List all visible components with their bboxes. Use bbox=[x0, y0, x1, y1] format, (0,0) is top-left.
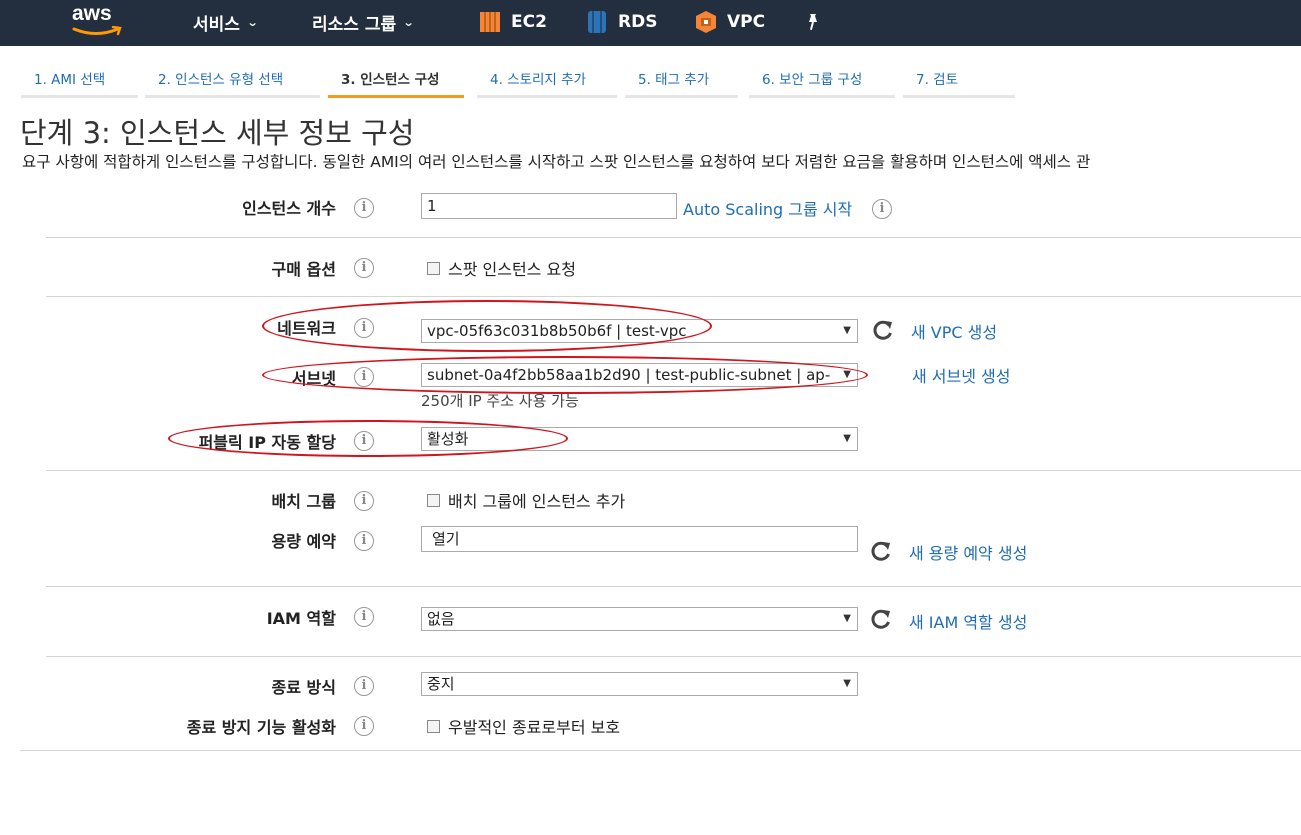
termination-protection-label: 종료 방지 기능 활성화 bbox=[186, 718, 336, 737]
info-icon[interactable]: i bbox=[354, 607, 374, 627]
capacity-reservation-select[interactable]: 열기 bbox=[421, 526, 858, 552]
info-icon[interactable]: i bbox=[354, 198, 374, 218]
ec2-icon bbox=[480, 12, 500, 32]
pushpin-icon bbox=[809, 14, 817, 30]
divider bbox=[46, 586, 1301, 587]
spot-instance-checkbox[interactable]: 스팟 인스턴스 요청 bbox=[427, 256, 576, 280]
info-icon[interactable]: i bbox=[872, 199, 892, 219]
aws-logo[interactable]: aws bbox=[72, 2, 132, 42]
info-icon[interactable]: i bbox=[354, 531, 374, 551]
purchase-option-label: 구매 옵션 bbox=[271, 260, 336, 279]
capacity-reservation-label: 용량 예약 bbox=[271, 532, 336, 551]
step-tab-7[interactable]: 7. 검토 bbox=[903, 66, 1015, 98]
step-tab-5[interactable]: 5. 태그 추가 bbox=[625, 66, 738, 98]
step-tab-label: 2. 인스턴스 유형 선택 bbox=[158, 72, 284, 88]
refresh-icon[interactable] bbox=[870, 540, 892, 562]
step-tab-label: 6. 보안 그룹 구성 bbox=[762, 72, 863, 88]
shutdown-behavior-select-value: 중지 bbox=[427, 675, 455, 693]
checkbox-label: 스팟 인스턴스 요청 bbox=[448, 260, 576, 279]
shortcut-rds[interactable]: RDS bbox=[586, 8, 657, 36]
page-title: 단계 3: 인스턴스 세부 정보 구성 bbox=[20, 116, 415, 150]
checkbox-label: 우발적인 종료로부터 보호 bbox=[448, 718, 621, 737]
step-tab-label: 5. 태그 추가 bbox=[638, 72, 710, 88]
placement-group-checkbox[interactable]: 배치 그룹에 인스턴스 추가 bbox=[427, 488, 625, 512]
checkbox-label: 배치 그룹에 인스턴스 추가 bbox=[448, 492, 626, 511]
page-description: 요구 사항에 적합하게 인스턴스를 구성합니다. 동일한 AMI의 여러 인스턴… bbox=[22, 153, 1091, 171]
step-tab-1[interactable]: 1. AMI 선택 bbox=[21, 66, 138, 98]
pin-button[interactable] bbox=[805, 8, 821, 36]
placement-group-label: 배치 그룹 bbox=[271, 492, 336, 511]
annotation-ellipse-network bbox=[262, 300, 712, 352]
refresh-icon[interactable] bbox=[870, 608, 892, 630]
divider bbox=[46, 656, 1301, 657]
termination-protection-checkbox[interactable]: 우발적인 종료로부터 보호 bbox=[427, 714, 620, 738]
info-icon[interactable]: i bbox=[354, 676, 374, 696]
create-iam-role-link[interactable]: 새 IAM 역할 생성 bbox=[909, 609, 1027, 633]
info-icon[interactable]: i bbox=[354, 491, 374, 511]
step-tab-label: 3. 인스턴스 구성 bbox=[341, 72, 440, 88]
iam-role-select[interactable]: 없음 ▼ bbox=[421, 607, 858, 631]
step-tab-label: 7. 검토 bbox=[916, 72, 959, 88]
resource-groups-menu[interactable]: 리소스 그룹 ⌄ bbox=[312, 8, 415, 36]
shutdown-behavior-select[interactable]: 중지 ▼ bbox=[421, 672, 858, 696]
rds-icon bbox=[588, 11, 606, 33]
select-arrow-icon: ▼ bbox=[843, 433, 851, 444]
checkbox-box[interactable] bbox=[427, 493, 440, 507]
divider bbox=[20, 750, 1301, 751]
shortcut-vpc[interactable]: VPC bbox=[695, 8, 765, 36]
instance-count-input[interactable]: 1 bbox=[421, 193, 677, 219]
refresh-icon[interactable] bbox=[872, 319, 894, 341]
create-subnet-link[interactable]: 새 서브넷 생성 bbox=[912, 363, 1011, 387]
info-icon[interactable]: i bbox=[354, 716, 374, 736]
step-tab-3[interactable]: 3. 인스턴스 구성 bbox=[328, 66, 464, 98]
shortcut-ec2[interactable]: EC2 bbox=[479, 8, 547, 36]
create-capacity-reservation-link[interactable]: 새 용량 예약 생성 bbox=[909, 540, 1027, 564]
iam-role-select-value: 없음 bbox=[427, 610, 455, 628]
instance-count-label: 인스턴스 개수 bbox=[242, 199, 336, 218]
shortcut-label: EC2 bbox=[511, 12, 547, 32]
checkbox-box[interactable] bbox=[427, 261, 440, 275]
divider bbox=[46, 237, 1301, 238]
select-arrow-icon: ▼ bbox=[843, 613, 851, 624]
shortcut-label: VPC bbox=[727, 12, 766, 32]
services-label: 서비스 bbox=[193, 14, 240, 35]
checkbox-box[interactable] bbox=[427, 719, 440, 733]
step-tab-2[interactable]: 2. 인스턴스 유형 선택 bbox=[145, 66, 320, 98]
info-icon[interactable]: i bbox=[354, 258, 374, 278]
step-tab-6[interactable]: 6. 보안 그룹 구성 bbox=[749, 66, 895, 98]
annotation-ellipse-public-ip bbox=[168, 420, 568, 457]
shortcut-label: RDS bbox=[618, 12, 658, 32]
iam-role-label: IAM 역할 bbox=[266, 609, 336, 628]
vpc-icon bbox=[696, 11, 716, 33]
step-tab-label: 1. AMI 선택 bbox=[34, 72, 106, 88]
top-navigation-bar: aws 서비스 ⌄ 리소스 그룹 ⌄ EC2 RDS VPC bbox=[0, 0, 1301, 46]
chevron-down-icon: ⌄ bbox=[246, 15, 259, 29]
shutdown-behavior-label: 종료 방식 bbox=[271, 678, 336, 697]
annotation-ellipse-subnet bbox=[262, 356, 868, 394]
select-arrow-icon: ▼ bbox=[843, 325, 851, 336]
chevron-down-icon: ⌄ bbox=[402, 15, 415, 29]
create-vpc-link[interactable]: 새 VPC 생성 bbox=[911, 319, 997, 343]
divider bbox=[46, 470, 1301, 471]
step-tab-4[interactable]: 4. 스토리지 추가 bbox=[477, 66, 617, 98]
divider bbox=[46, 296, 1301, 297]
services-menu[interactable]: 서비스 ⌄ bbox=[193, 8, 259, 36]
auto-scaling-link[interactable]: Auto Scaling 그룹 시작 bbox=[683, 196, 852, 220]
select-arrow-icon: ▼ bbox=[843, 678, 851, 689]
step-tab-label: 4. 스토리지 추가 bbox=[490, 72, 586, 88]
aws-smile-icon bbox=[72, 26, 122, 36]
resource-groups-label: 리소스 그룹 bbox=[312, 14, 397, 35]
